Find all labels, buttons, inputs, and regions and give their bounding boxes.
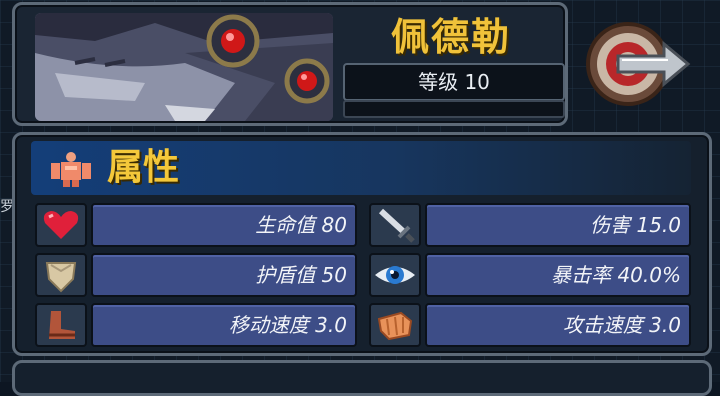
fist-icon bbox=[369, 303, 421, 347]
attributes-panel: 属性 生命值 80 伤害 15.0 护盾值 50 暴击率 40.0% 移动速度 … bbox=[12, 132, 712, 356]
boots-icon bbox=[35, 303, 87, 347]
next-panel-edge bbox=[12, 360, 712, 396]
stat-crit-rate: 暴击率 40.0% bbox=[369, 253, 691, 297]
attributes-title: 属性 bbox=[107, 147, 180, 188]
stat-move-speed-value: 移动速度 3.0 bbox=[91, 303, 357, 347]
sword-icon bbox=[369, 203, 421, 247]
stat-shield-value: 护盾值 50 bbox=[91, 253, 357, 297]
stat-health-value: 生命值 80 bbox=[91, 203, 357, 247]
stat-move-speed: 移动速度 3.0 bbox=[35, 303, 357, 347]
back-button[interactable] bbox=[584, 12, 694, 112]
character-name: 佩德勒 bbox=[390, 15, 511, 59]
eye-icon bbox=[369, 253, 421, 297]
back-arrow-icon bbox=[586, 22, 691, 106]
experience-bar bbox=[343, 100, 565, 118]
character-level: 等级 10 bbox=[343, 63, 565, 101]
stat-shield: 护盾值 50 bbox=[35, 253, 357, 297]
stat-damage-value: 伤害 15.0 bbox=[425, 203, 691, 247]
shield-icon bbox=[35, 253, 87, 297]
body-icon bbox=[51, 152, 91, 187]
stat-crit-rate-value: 暴击率 40.0% bbox=[425, 253, 691, 297]
character-portrait bbox=[35, 13, 333, 121]
heart-icon bbox=[35, 203, 87, 247]
portrait-art bbox=[35, 13, 333, 121]
attributes-panel-header: 属性 bbox=[31, 141, 691, 195]
stat-damage: 伤害 15.0 bbox=[369, 203, 691, 247]
stat-health: 生命值 80 bbox=[35, 203, 357, 247]
character-header: 佩德勒 等级 10 bbox=[12, 2, 568, 126]
stat-attack-speed: 攻击速度 3.0 bbox=[369, 303, 691, 347]
stat-attack-speed-value: 攻击速度 3.0 bbox=[425, 303, 691, 347]
